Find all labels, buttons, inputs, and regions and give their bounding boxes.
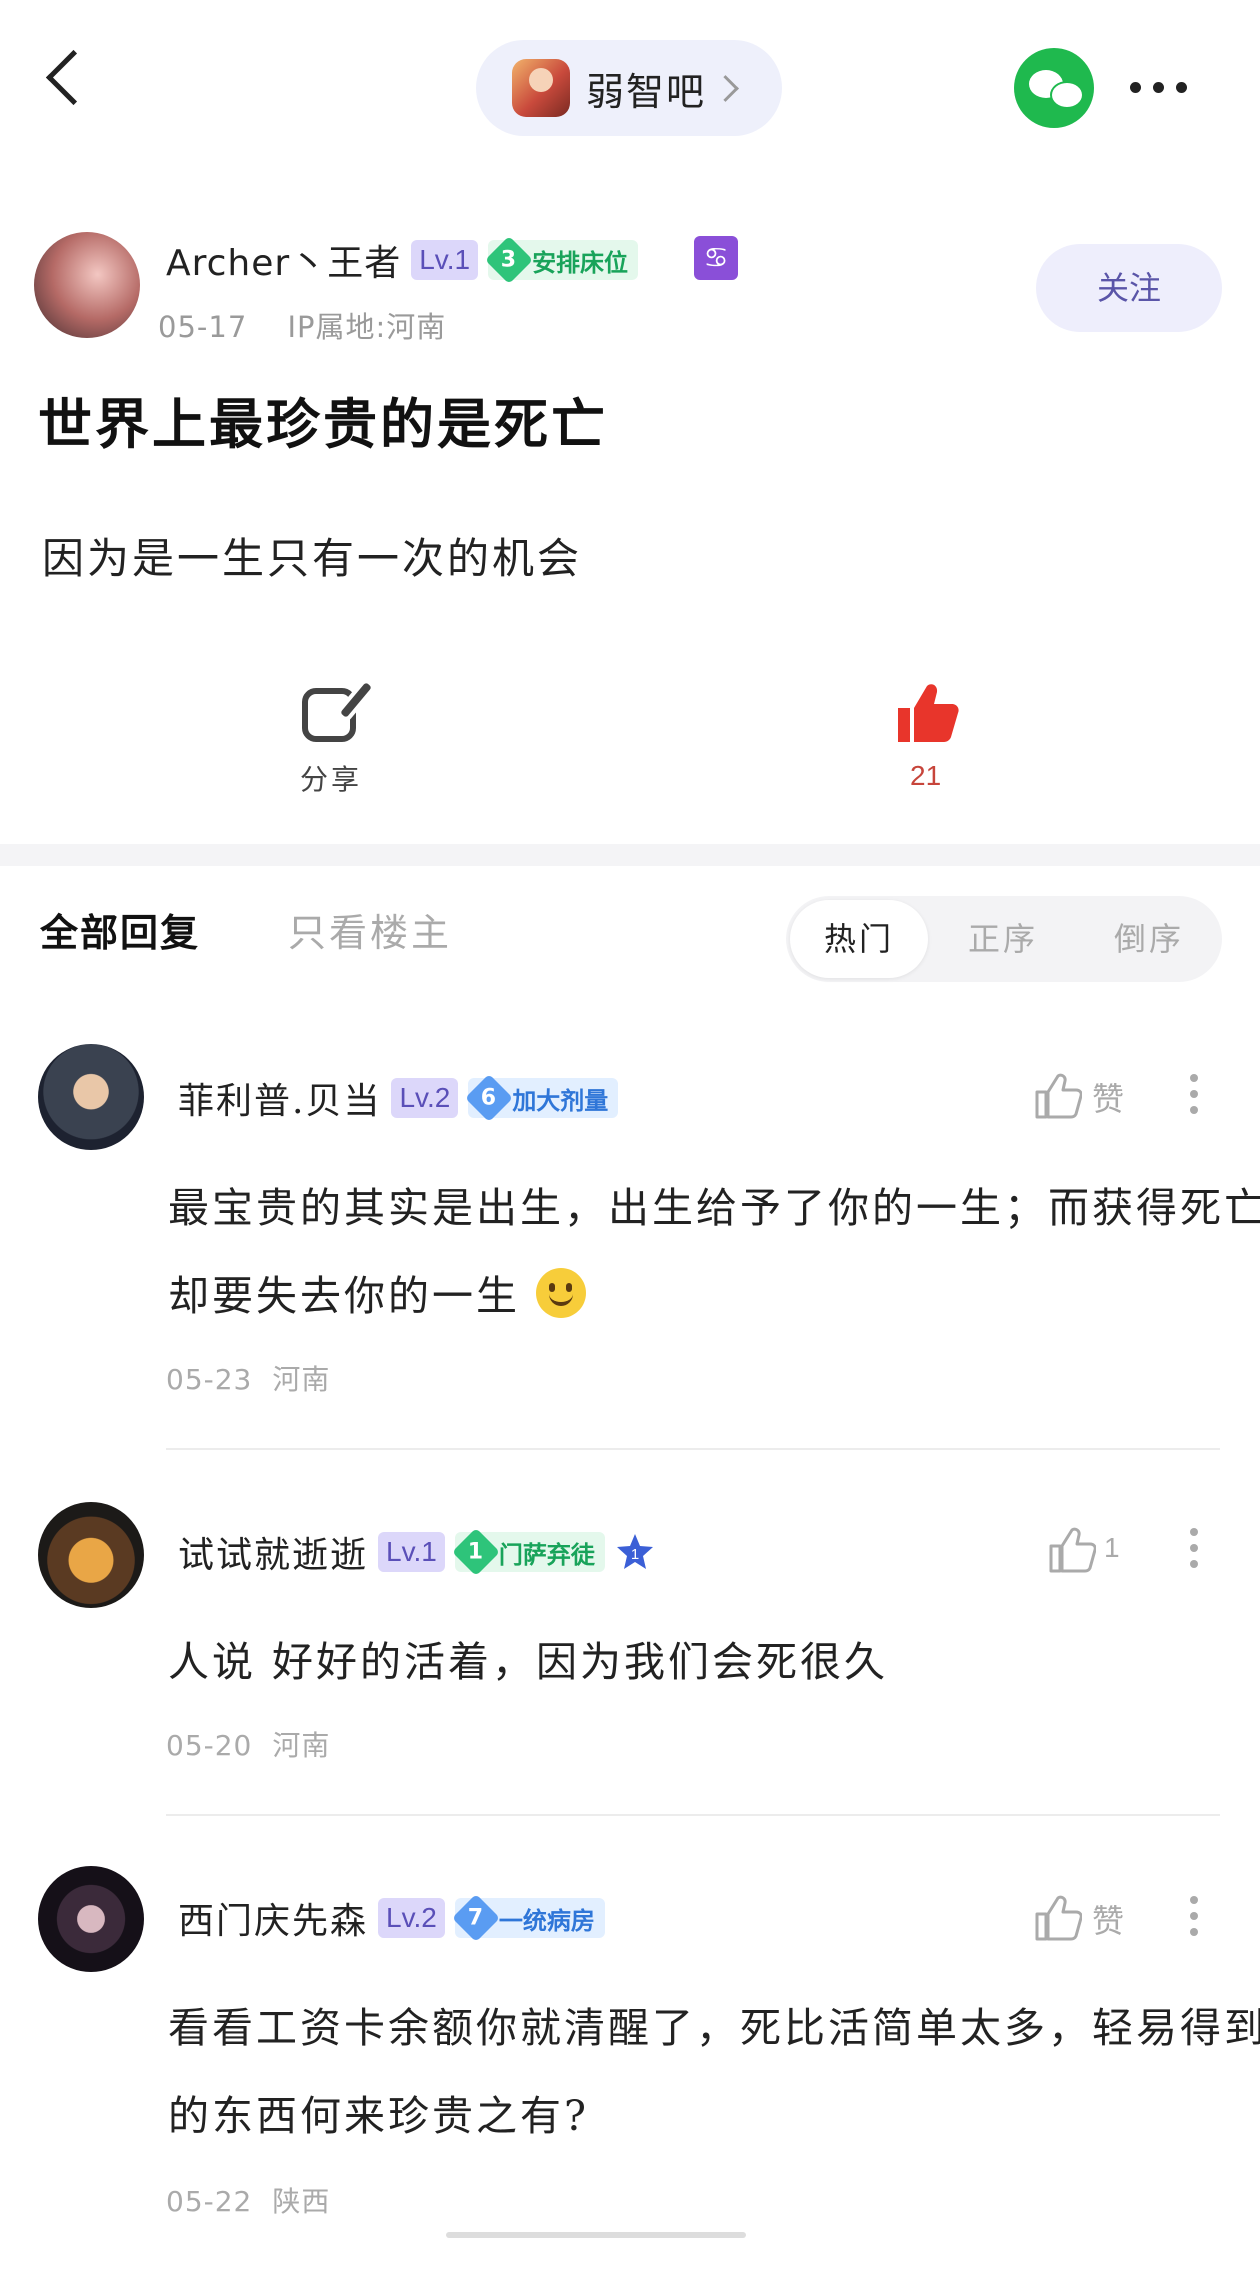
- rank-star-icon: 1: [616, 1534, 653, 1569]
- section-divider: [0, 844, 1260, 866]
- comment-more-icon[interactable]: [1190, 1528, 1198, 1568]
- smile-emoji-icon: [536, 1268, 587, 1318]
- like-label[interactable]: 赞: [1092, 1074, 1124, 1120]
- title-badge: 3 安排床位: [485, 235, 639, 285]
- comment-author-row: 菲利普.贝当 Lv.2 6 加大剂量: [178, 1072, 619, 1124]
- like-count: 1: [1104, 1532, 1120, 1563]
- comment-text: 看看工资卡余额你就清醒了，死比活简单太多，轻易得到的东西何来珍贵之有?: [168, 2004, 1260, 2140]
- post-date: 05-17: [158, 310, 248, 344]
- title-badge: 6 加大剂量: [465, 1073, 619, 1123]
- comment-divider: [166, 1448, 1220, 1450]
- comment-author-row: 试试就逝逝 Lv.1 1 门萨弃徒 1: [178, 1526, 655, 1578]
- forum-name: 弱智吧: [586, 69, 707, 114]
- wechat-icon[interactable]: [1014, 48, 1094, 128]
- post-ip: IP属地:河南: [287, 310, 447, 344]
- follow-button[interactable]: 关注: [1036, 244, 1222, 332]
- comment-avatar[interactable]: [38, 1502, 144, 1608]
- comment-meta: 05-20 河南: [166, 1729, 331, 1762]
- like-label[interactable]: 赞: [1092, 1896, 1124, 1942]
- title-badge: 1 门萨弃徒: [451, 1527, 605, 1577]
- post-content: 因为是一生只有一次的机会: [42, 534, 583, 583]
- more-icon[interactable]: [1130, 82, 1187, 93]
- level-badge: Lv.1: [378, 1532, 445, 1572]
- forum-pill[interactable]: 弱智吧: [476, 40, 782, 136]
- author-avatar[interactable]: [34, 232, 140, 338]
- sort-toggle: 热门 正序 倒序: [786, 896, 1222, 982]
- zodiac-icon: ♋: [694, 236, 738, 280]
- back-icon[interactable]: [45, 49, 102, 106]
- comment-divider: [166, 1814, 1220, 1816]
- comment-text: 人说 好好的活着，因为我们会死很久: [168, 1638, 889, 1686]
- like-filled-icon[interactable]: [894, 680, 960, 746]
- comment-author[interactable]: 菲利普.贝当: [178, 1072, 381, 1124]
- comment-meta: 05-23 河南: [166, 1363, 331, 1396]
- svg-text:1: 1: [631, 1546, 639, 1563]
- level-badge: Lv.2: [378, 1898, 445, 1938]
- thumb-up-icon[interactable]: [1034, 1894, 1082, 1942]
- comment-author[interactable]: 试试就逝逝: [178, 1526, 368, 1578]
- share-label[interactable]: 分享: [300, 758, 362, 798]
- chevron-right-icon: [712, 74, 739, 102]
- title-badge: 7 一统病房: [451, 1893, 605, 1943]
- comment-avatar[interactable]: [38, 1044, 144, 1150]
- comment-avatar[interactable]: [38, 1866, 144, 1972]
- post-title: 世界上最珍贵的是死亡: [38, 392, 608, 456]
- comment-text: 最宝贵的其实是出生，出生给予了你的一生；而获得死亡却要失去你的一生: [168, 1184, 1260, 1320]
- comment-more-icon[interactable]: [1190, 1896, 1198, 1936]
- sort-asc[interactable]: 正序: [968, 896, 1038, 982]
- tab-all-replies[interactable]: 全部回复: [40, 902, 200, 957]
- sort-desc[interactable]: 倒序: [1114, 896, 1184, 982]
- author-row: Archer丶王者 Lv.1 3 安排床位: [166, 234, 639, 286]
- author-name[interactable]: Archer丶王者: [166, 234, 401, 286]
- tab-op-only[interactable]: 只看楼主: [288, 902, 452, 957]
- home-indicator: [446, 2232, 746, 2238]
- forum-avatar: [512, 59, 570, 117]
- post-meta: 05-17 IP属地:河南: [158, 304, 446, 346]
- comment-meta: 05-22 陕西: [166, 2185, 331, 2218]
- share-icon[interactable]: [302, 688, 356, 742]
- like-count: 21: [910, 760, 942, 791]
- comment-author[interactable]: 西门庆先森: [178, 1892, 368, 1944]
- sort-hot[interactable]: 热门: [790, 900, 928, 978]
- comment-author-row: 西门庆先森 Lv.2 7 一统病房: [178, 1892, 605, 1944]
- thumb-up-icon[interactable]: [1034, 1072, 1082, 1120]
- comment-more-icon[interactable]: [1190, 1074, 1198, 1114]
- thumb-up-icon[interactable]: [1048, 1526, 1096, 1574]
- level-badge: Lv.2: [391, 1078, 459, 1118]
- level-badge: Lv.1: [411, 240, 479, 280]
